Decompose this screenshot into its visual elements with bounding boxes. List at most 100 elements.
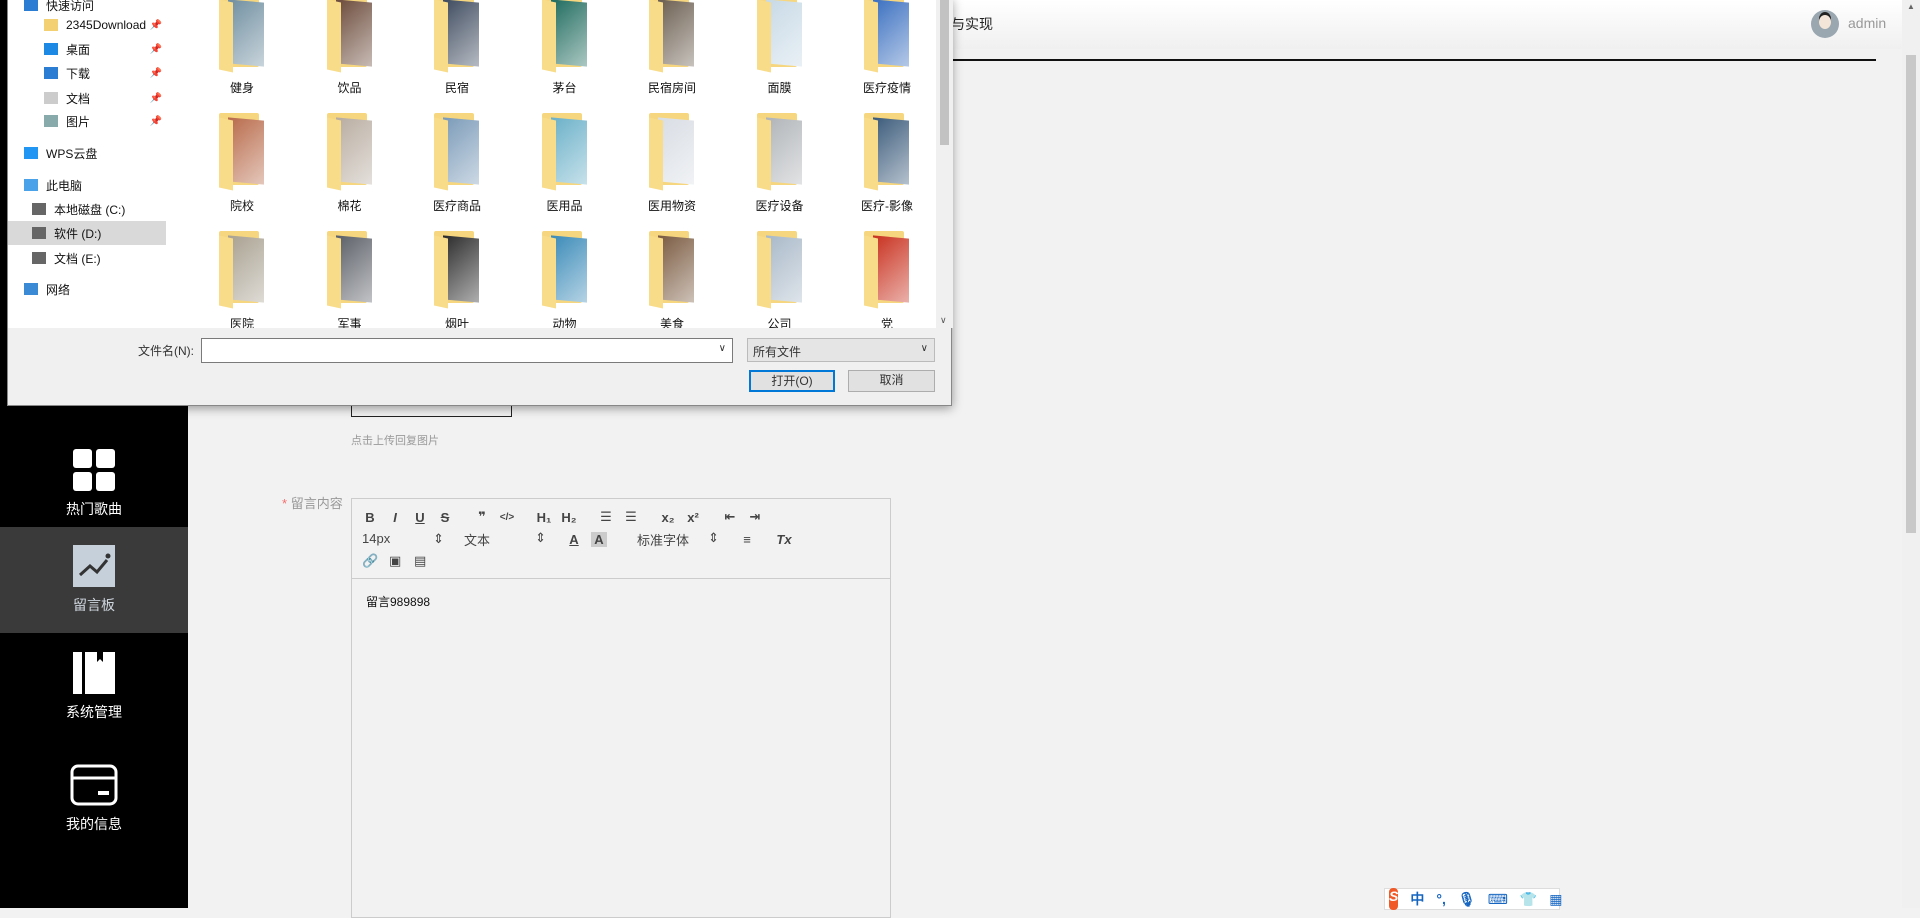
nav-item[interactable]: 文档 📌 bbox=[8, 86, 166, 110]
folder-item[interactable]: 院校 bbox=[192, 113, 292, 223]
background-color-icon[interactable]: A bbox=[591, 531, 607, 547]
sidebar-item-hot-songs[interactable]: 热门歌曲 bbox=[0, 440, 188, 527]
strikethrough-icon[interactable]: S bbox=[437, 510, 453, 525]
folder-front bbox=[326, 117, 341, 191]
superscript-icon[interactable]: x² bbox=[685, 510, 701, 525]
nav-item[interactable]: 图片 📌 bbox=[8, 109, 166, 133]
folder-item[interactable]: 动物 bbox=[515, 231, 615, 328]
italic-icon[interactable]: I bbox=[387, 510, 403, 525]
folder-item[interactable]: 饮品 bbox=[300, 0, 400, 105]
file-list-scrollbar[interactable]: ∨ bbox=[936, 0, 953, 328]
pin-icon[interactable]: 📌 bbox=[150, 20, 162, 31]
file-type-value: 所有文件 bbox=[753, 345, 802, 359]
subscript-icon[interactable]: x₂ bbox=[660, 510, 676, 525]
heading1-icon[interactable]: H₁ bbox=[536, 510, 552, 525]
code-block-icon[interactable]: </> bbox=[499, 512, 515, 523]
folder-item[interactable]: 医用品 bbox=[515, 113, 615, 223]
nav-item-label: 文档 (E:) bbox=[54, 251, 101, 266]
ordered-list-icon[interactable]: ☰ bbox=[598, 509, 614, 525]
bold-icon[interactable]: B bbox=[362, 510, 378, 525]
ime-toolbar[interactable]: S 中 °, 🎙 ⌨ 👕 ▦ bbox=[1384, 888, 1563, 910]
nav-item-label: 图片 bbox=[66, 114, 91, 129]
underline-icon[interactable]: U bbox=[412, 510, 428, 525]
pin-icon[interactable]: 📌 bbox=[150, 68, 162, 79]
folder-item[interactable]: 茅台 bbox=[515, 0, 615, 105]
nav-item[interactable]: 此电脑 bbox=[8, 173, 166, 197]
header-format-select[interactable]: 文本 ⇕ bbox=[464, 530, 546, 549]
toolbox-icon[interactable]: ▦ bbox=[1549, 891, 1562, 908]
nav-item[interactable]: 本地磁盘 (C:) bbox=[8, 197, 166, 221]
file-type-select[interactable]: 所有文件 ∨ bbox=[747, 338, 935, 362]
folder-item[interactable]: 医疗疫情 bbox=[837, 0, 936, 105]
page-scrollbar[interactable]: ▲ bbox=[1902, 0, 1920, 908]
nav-item[interactable]: 桌面 📌 bbox=[8, 37, 166, 61]
folder-item[interactable]: 医疗设备 bbox=[730, 113, 830, 223]
book-icon bbox=[73, 651, 115, 694]
folder-item[interactable]: 公司 bbox=[730, 231, 830, 328]
font-size-select[interactable]: 14px ⇕ bbox=[362, 531, 444, 547]
nav-item-label: 网络 bbox=[46, 282, 71, 297]
clear-format-icon[interactable]: Tx bbox=[776, 532, 792, 547]
avatar[interactable] bbox=[1811, 10, 1839, 38]
file-list: 健身 饮品 民宿 茅台 民宿房间 面膜 医疗疫情院校 棉花 医疗商品 医用品 医用物资 医疗设备 医疗-… bbox=[166, 0, 936, 328]
nav-item[interactable]: 下载 📌 bbox=[8, 61, 166, 85]
microphone-icon[interactable]: 🎙 bbox=[1458, 891, 1476, 908]
username[interactable]: admin bbox=[1848, 15, 1886, 31]
folder-front bbox=[864, 117, 878, 191]
bullet-list-icon[interactable]: ☰ bbox=[623, 509, 639, 525]
pin-icon[interactable]: 📌 bbox=[150, 44, 162, 55]
folder-item[interactable]: 医用物资 bbox=[622, 113, 722, 223]
indent-icon[interactable]: ⇥ bbox=[747, 509, 763, 525]
sidebar-item-system-management[interactable]: 系统管理 bbox=[0, 633, 188, 740]
folder-item[interactable]: 医疗-影像 bbox=[837, 113, 936, 223]
open-button[interactable]: 打开(O) bbox=[749, 370, 835, 392]
folder-item[interactable]: 烟叶 bbox=[407, 231, 507, 328]
sidebar-item-message-board[interactable]: 留言板 bbox=[0, 527, 188, 633]
nav-item[interactable]: 软件 (D:) bbox=[8, 221, 166, 245]
format-value: 文本 bbox=[464, 532, 491, 548]
folder-item[interactable]: 医疗商品 bbox=[407, 113, 507, 223]
video-icon[interactable]: ▤ bbox=[412, 553, 428, 569]
sidebar-item-my-info[interactable]: 我的信息 bbox=[0, 740, 188, 857]
nav-item-label: 软件 (D:) bbox=[54, 226, 102, 241]
nav-item[interactable]: 2345Download 📌 bbox=[8, 13, 166, 37]
folder-item[interactable]: 健身 bbox=[192, 0, 292, 105]
blockquote-icon[interactable]: ❞ bbox=[474, 509, 490, 525]
keyboard-icon[interactable]: ⌨ bbox=[1488, 891, 1508, 908]
filename-input[interactable]: ∨ bbox=[201, 338, 733, 363]
cloud-icon bbox=[24, 147, 38, 159]
editor-content[interactable]: 留言989898 bbox=[352, 579, 890, 624]
image-icon[interactable]: ▣ bbox=[387, 553, 403, 569]
folder-item[interactable]: 民宿房间 bbox=[622, 0, 722, 105]
skin-shirt-icon[interactable]: 👕 bbox=[1520, 891, 1537, 908]
ime-lang[interactable]: 中 bbox=[1410, 889, 1424, 909]
file-open-dialog: 快速访问 2345Download 📌 桌面 📌 下载 📌 文档 📌 图片 📌 WPS云盘 此电脑 本地磁… bbox=[7, 0, 953, 406]
outdent-icon[interactable]: ⇤ bbox=[722, 509, 738, 525]
folder-item[interactable]: 美食 bbox=[622, 231, 722, 328]
cancel-button[interactable]: 取消 bbox=[848, 370, 935, 392]
font-family-select[interactable]: 标准字体 ⇕ bbox=[637, 530, 719, 549]
folder-item[interactable]: 党 bbox=[837, 231, 936, 328]
chevron-down-icon[interactable]: ∨ bbox=[719, 343, 726, 354]
nav-item[interactable]: 文档 (E:) bbox=[8, 246, 166, 270]
align-icon[interactable]: ≡ bbox=[739, 532, 755, 547]
ime-punct[interactable]: °, bbox=[1436, 891, 1446, 907]
folder-item[interactable]: 军事 bbox=[300, 231, 400, 328]
pin-icon[interactable]: 📌 bbox=[150, 93, 162, 104]
folder-item[interactable]: 棉花 bbox=[300, 113, 400, 223]
folder-thumbnail bbox=[228, 117, 264, 185]
folder-item[interactable]: 医院 bbox=[192, 231, 292, 328]
link-icon[interactable]: 🔗 bbox=[362, 553, 378, 569]
folder-name: 饮品 bbox=[337, 81, 362, 95]
font-color-icon[interactable]: A bbox=[566, 532, 582, 547]
folder-item[interactable]: 民宿 bbox=[407, 0, 507, 105]
folder-front bbox=[326, 0, 341, 73]
nav-item[interactable]: 网络 bbox=[8, 277, 166, 301]
folder-item[interactable]: 面膜 bbox=[730, 0, 830, 105]
pin-icon[interactable]: 📌 bbox=[150, 116, 162, 127]
nav-item[interactable]: WPS云盘 bbox=[8, 141, 166, 165]
content-label: * 留言内容 bbox=[282, 493, 343, 512]
heading2-icon[interactable]: H₂ bbox=[561, 510, 577, 525]
folder-name: 烟叶 bbox=[444, 317, 469, 328]
folder-name: 民宿房间 bbox=[647, 81, 696, 95]
